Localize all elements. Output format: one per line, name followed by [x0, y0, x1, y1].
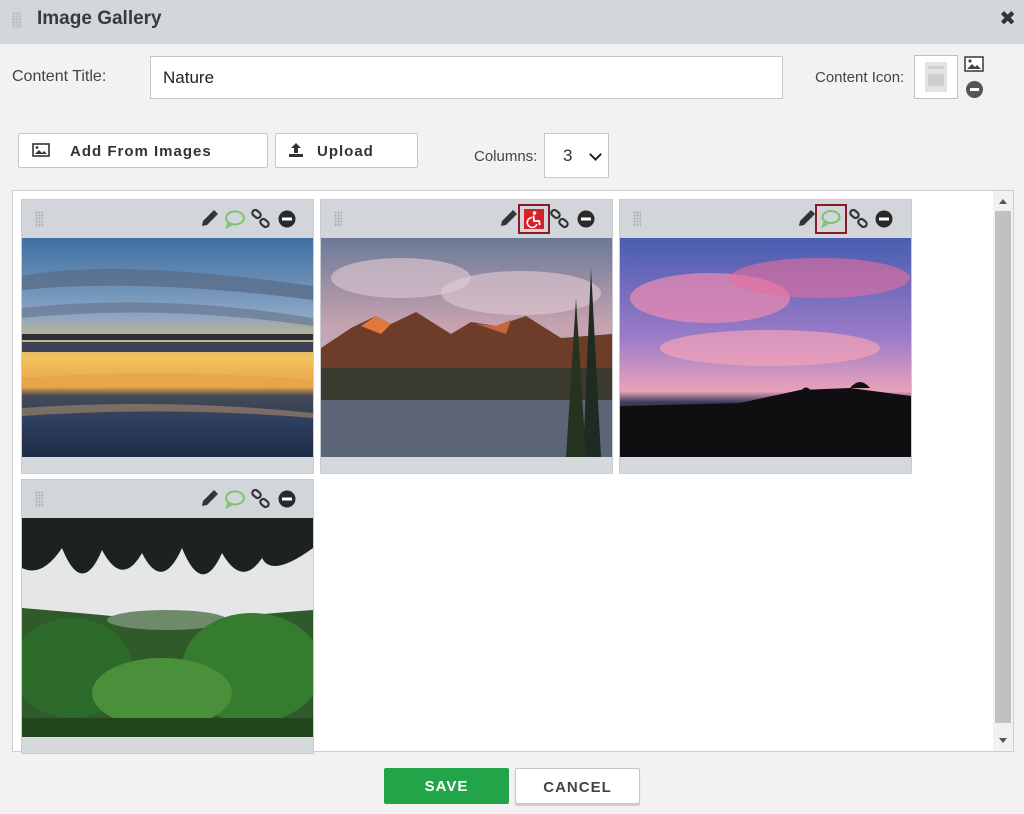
caption-speech-bubble-icon[interactable] — [223, 208, 245, 230]
link-icon[interactable] — [250, 208, 272, 230]
image-icon — [32, 143, 50, 161]
content-title-input[interactable] — [150, 56, 783, 99]
columns-label: Columns: — [474, 148, 538, 165]
upload-button[interactable]: Upload — [275, 133, 418, 168]
drag-handle-icon[interactable] — [334, 211, 342, 227]
add-from-images-button[interactable]: Add From Images — [18, 133, 268, 168]
add-from-images-label: Add From Images — [70, 143, 212, 160]
link-icon[interactable] — [549, 208, 571, 230]
drag-handle-icon[interactable] — [35, 211, 43, 227]
remove-icon[interactable] — [276, 488, 298, 510]
choose-icon-image-icon[interactable] — [964, 56, 984, 72]
caption-speech-bubble-icon[interactable] — [223, 488, 245, 510]
upload-icon — [288, 142, 304, 162]
gallery-item-toolbar — [321, 200, 612, 238]
save-button[interactable]: SAVE — [384, 768, 509, 804]
edit-pencil-icon[interactable] — [795, 208, 817, 230]
gallery-item[interactable] — [21, 199, 314, 474]
cancel-button[interactable]: CANCEL — [515, 768, 640, 804]
content-icon-label: Content Icon: — [815, 69, 905, 86]
drag-handle-icon[interactable] — [12, 12, 22, 28]
scroll-up-icon[interactable] — [999, 199, 1007, 204]
content-title-label: Content Title: — [12, 68, 107, 85]
accessibility-icon[interactable] — [518, 204, 550, 234]
remove-icon-icon[interactable] — [966, 81, 983, 98]
cancel-label: CANCEL — [543, 779, 612, 796]
gallery-item-toolbar — [620, 200, 911, 238]
edit-pencil-icon[interactable] — [497, 208, 519, 230]
chevron-down-icon — [589, 148, 602, 161]
edit-pencil-icon[interactable] — [198, 488, 220, 510]
columns-select[interactable]: 3 — [544, 133, 609, 178]
link-icon[interactable] — [848, 208, 870, 230]
gallery-image-mountain-river[interactable] — [321, 238, 612, 457]
columns-value: 3 — [563, 146, 573, 165]
content-icon-preview[interactable] — [914, 55, 958, 99]
remove-icon[interactable] — [873, 208, 895, 230]
gallery-item-toolbar — [22, 200, 313, 238]
gallery-item[interactable] — [21, 479, 314, 754]
dialog-titlebar: Image Gallery ✖ — [0, 0, 1024, 44]
gallery-image-jungle-cave[interactable] — [22, 518, 313, 737]
gallery-item[interactable] — [320, 199, 613, 474]
gallery-item-toolbar — [22, 480, 313, 518]
close-icon[interactable]: ✖ — [999, 8, 1016, 30]
gallery-image-sunset-lake[interactable] — [22, 238, 313, 457]
remove-icon[interactable] — [276, 208, 298, 230]
save-label: SAVE — [424, 778, 469, 795]
scroll-thumb[interactable] — [995, 211, 1011, 723]
gallery-scrollbar[interactable] — [993, 191, 1013, 751]
upload-label: Upload — [317, 143, 374, 160]
gallery-image-pink-sky-prairie[interactable] — [620, 238, 911, 457]
drag-handle-icon[interactable] — [633, 211, 641, 227]
edit-pencil-icon[interactable] — [198, 208, 220, 230]
scroll-down-icon[interactable] — [999, 738, 1007, 743]
dialog-title: Image Gallery — [37, 8, 162, 29]
link-icon[interactable] — [250, 488, 272, 510]
drag-handle-icon[interactable] — [35, 491, 43, 507]
remove-icon[interactable] — [575, 208, 597, 230]
gallery-item[interactable] — [619, 199, 912, 474]
caption-speech-bubble-icon[interactable] — [815, 204, 847, 234]
